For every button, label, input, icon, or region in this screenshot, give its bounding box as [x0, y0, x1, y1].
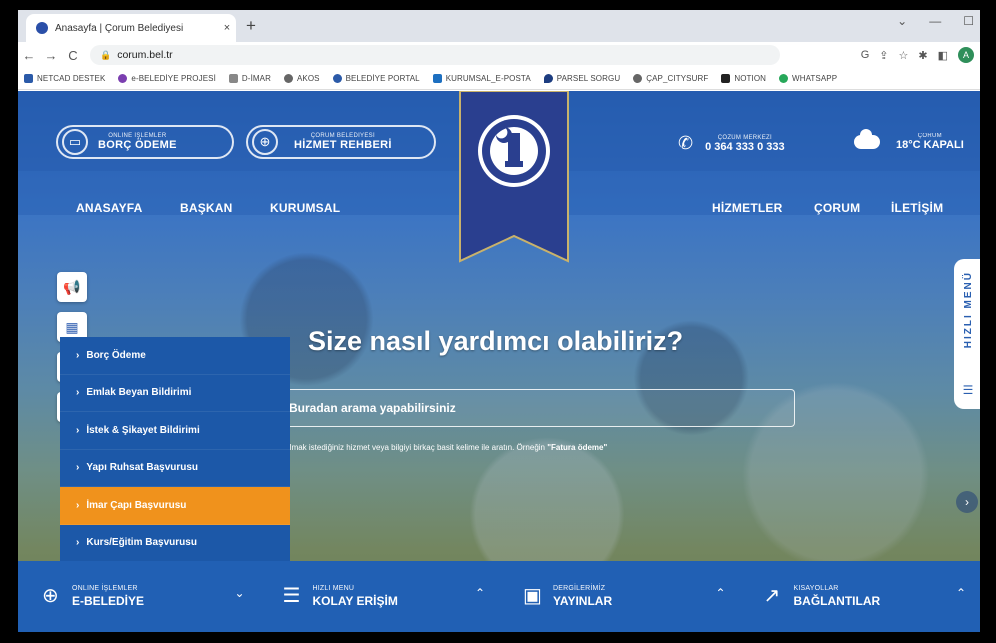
borc-small: ONLINE İŞLEMLER: [108, 133, 167, 139]
quick-menu: › Borç Ödeme › Emlak Beyan Bildirimi › İste…: [60, 337, 290, 562]
forward-icon[interactable]: →: [40, 48, 62, 63]
profile-avatar[interactable]: A: [958, 47, 974, 63]
bookmark-item[interactable]: e-BELEDİYE PROJESİ: [118, 74, 216, 83]
address-bar[interactable]: 🔒 corum.bel.tr: [90, 45, 780, 65]
chevron-up-icon: ⌃: [955, 586, 966, 600]
address-url: corum.bel.tr: [117, 49, 173, 61]
bottom-yayinlar[interactable]: ▣ DERGİLERİMİZ YAYINLAR ⌃: [499, 561, 740, 632]
tab-search-icon[interactable]: ⌄: [897, 14, 907, 28]
website: ▭ ONLINE İŞLEMLER BORÇ ÖDEME ⊕ ÇORUM BEL…: [18, 91, 980, 632]
lock-icon: 🔒: [100, 49, 112, 60]
share-icon[interactable]: ⇪: [879, 49, 888, 62]
bookmark-item[interactable]: BELEDİYE PORTAL: [332, 74, 420, 83]
bookmark-item[interactable]: PARSEL SORGU: [543, 74, 620, 83]
phone-small: ÇÖZÜM MERKEZİ: [717, 134, 772, 141]
chevron-up-icon: ⌃: [715, 586, 726, 600]
new-tab-button[interactable]: +: [246, 16, 256, 36]
hero-search-input[interactable]: Buradan arama yapabilirsiniz: [280, 389, 795, 427]
nav-corum[interactable]: ÇORUM: [814, 201, 860, 215]
cloud-icon: [854, 129, 880, 149]
nav-anasayfa[interactable]: ANASAYFA: [76, 201, 143, 215]
favicon-icon: [36, 22, 48, 34]
borc-label: BORÇ ÖDEME: [98, 139, 177, 151]
magazine-icon: ▣: [523, 585, 542, 607]
slider-next-icon[interactable]: ›: [956, 491, 978, 513]
tab-title: Anasayfa | Çorum Belediyesi: [55, 22, 184, 34]
card-icon: ▭: [62, 129, 88, 155]
close-tab-icon[interactable]: ×: [218, 22, 236, 34]
bottom-kolay-erisim[interactable]: ☰ HIZLI MENÜ KOLAY ERİŞİM ⌃: [259, 561, 500, 632]
bookmark-item[interactable]: ÇAP_CITYSURF: [633, 74, 708, 83]
star-icon[interactable]: ☆: [899, 49, 909, 62]
hero-title: Size nasıl yardımcı olabiliriz?: [308, 326, 684, 356]
rehber-label: HİZMET REHBERİ: [294, 139, 392, 151]
nav-iletisim[interactable]: İLETİŞİM: [891, 201, 943, 215]
bookmark-item[interactable]: NOTION: [721, 74, 766, 83]
external-link-icon: ↗: [763, 585, 781, 607]
browser-window: Anasayfa | Çorum Belediyesi × + ⌄ — ☐ ← …: [18, 10, 980, 632]
hizli-menu-label: HIZLI MENÜ: [962, 271, 974, 349]
bookmark-item[interactable]: D-İMAR: [228, 74, 271, 83]
browser-toolbar: ← → C 🔒 corum.bel.tr G ⇪ ☆ ✱ ◧ A: [18, 42, 980, 68]
tab-strip: Anasayfa | Çorum Belediyesi × + ⌄ — ☐: [18, 10, 980, 42]
quick-menu-item[interactable]: › Kurs/Eğitim Başvurusu: [60, 525, 290, 562]
hamburger-icon: ☰: [282, 585, 301, 607]
bookmark-item[interactable]: AKOS: [283, 74, 320, 83]
window-controls: ⌄ — ☐: [897, 14, 974, 28]
sidepanel-icon[interactable]: ◧: [938, 49, 948, 62]
megaphone-icon[interactable]: 📢: [57, 272, 87, 302]
bookmark-item[interactable]: KURUMSAL_E-POSTA: [432, 74, 531, 83]
nav-kurumsal[interactable]: KURUMSAL: [270, 201, 340, 215]
weather-text: 18°C KAPALI: [896, 139, 964, 151]
phone-icon: ✆: [678, 133, 694, 153]
bookmark-item[interactable]: NETCAD DESTEK: [24, 74, 105, 83]
weather-widget: ÇORUM 18°C KAPALI: [854, 129, 964, 151]
nav-baskan[interactable]: BAŞKAN: [180, 201, 233, 215]
quick-menu-item[interactable]: › İstek & Şikayet Bildirimi: [60, 412, 290, 450]
quick-menu-item[interactable]: › Borç Ödeme: [60, 337, 290, 375]
globe-icon: ⊕: [42, 585, 59, 607]
bottom-baglantilar[interactable]: ↗ KISAYOLLAR BAĞLANTILAR ⌃: [740, 561, 981, 632]
chevron-down-icon: ⌄: [234, 586, 245, 600]
rehber-small: ÇORUM BELEDİYESİ: [310, 133, 375, 139]
bottom-e-belediye[interactable]: ⊕ ONLINE İŞLEMLER E-BELEDİYE ⌄: [18, 561, 259, 632]
reload-icon[interactable]: C: [62, 48, 84, 63]
browser-tab[interactable]: Anasayfa | Çorum Belediyesi ×: [26, 14, 236, 42]
bottom-bar: ⊕ ONLINE İŞLEMLER E-BELEDİYE ⌄ ☰ HIZLI M…: [18, 561, 980, 632]
hizmet-rehberi-button[interactable]: ⊕ ÇORUM BELEDİYESİ HİZMET REHBERİ: [246, 125, 436, 159]
hizli-menu-tab[interactable]: HIZLI MENÜ ☰: [954, 259, 980, 409]
quick-menu-item-active[interactable]: › İmar Çapı Başvurusu: [60, 487, 290, 525]
bookmarks-bar: NETCAD DESTEK e-BELEDİYE PROJESİ D-İMAR …: [18, 68, 980, 90]
borc-odeme-button[interactable]: ▭ ONLINE İŞLEMLER BORÇ ÖDEME: [56, 125, 234, 159]
search-hint: Bulmak istediğiniz hizmet veya bilgiyi b…: [280, 443, 608, 452]
search-hint-example: "Fatura ödeme": [547, 443, 608, 452]
globe-icon: ⊕: [252, 129, 278, 155]
chevron-up-icon: ⌃: [474, 586, 485, 600]
nav-hizmetler[interactable]: HİZMETLER: [712, 201, 782, 215]
maximize-button[interactable]: ☐: [963, 14, 974, 28]
phone-contact[interactable]: ✆ ÇÖZÜM MERKEZİ 0 364 333 0 333: [678, 133, 785, 154]
back-icon[interactable]: ←: [18, 48, 40, 63]
quick-menu-item[interactable]: › Emlak Beyan Bildirimi: [60, 375, 290, 412]
toolbar-icons: G ⇪ ☆ ✱ ◧ A: [861, 47, 974, 63]
google-icon[interactable]: G: [861, 49, 870, 61]
quick-menu-item[interactable]: › Yapı Ruhsat Başvurusu: [60, 450, 290, 487]
minimize-button[interactable]: —: [929, 14, 941, 28]
municipality-logo[interactable]: [452, 91, 576, 271]
bookmark-item[interactable]: WHATSAPP: [779, 74, 837, 83]
phone-number: 0 364 333 0 333: [705, 140, 785, 153]
extensions-icon[interactable]: ✱: [918, 49, 927, 62]
hamburger-icon: ☰: [962, 383, 974, 397]
weather-city: ÇORUM: [917, 133, 942, 139]
